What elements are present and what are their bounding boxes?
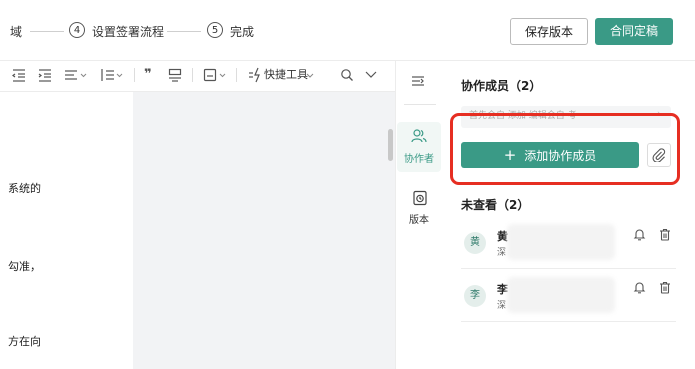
document-page[interactable]	[0, 92, 133, 369]
step-3-label: 域	[10, 25, 23, 39]
collaborators-icon	[411, 128, 427, 148]
delete-trash-icon[interactable]	[659, 279, 671, 298]
editor-toolbar	[0, 61, 395, 92]
delete-trash-icon[interactable]	[659, 226, 671, 245]
document-text-line[interactable]: 方在向	[8, 333, 41, 349]
align-dropdown-icon[interactable]	[64, 66, 90, 90]
avatar: 李	[464, 285, 486, 307]
save-version-button[interactable]: 保存版本	[510, 18, 588, 45]
members-title: 协作成员（2）	[461, 79, 542, 93]
rail-label-versions[interactable]: 版本	[397, 211, 441, 226]
rail-label-collaborators[interactable]: 协作者	[397, 150, 441, 165]
member-divider	[461, 268, 676, 269]
quote-icon[interactable]: ❞	[144, 66, 152, 84]
avatar: 黄	[464, 232, 486, 254]
line-spacing-dropdown-icon[interactable]	[100, 66, 126, 90]
member-subtitle: 深	[497, 301, 507, 311]
horizontal-rule-icon[interactable]	[168, 66, 182, 90]
chevron-down-icon[interactable]	[306, 66, 314, 90]
remind-bell-icon[interactable]	[633, 226, 646, 245]
step-5-label[interactable]: 完成	[230, 23, 254, 40]
toolbar-divider	[236, 68, 237, 82]
version-history-icon[interactable]	[412, 190, 428, 210]
step-connector	[167, 31, 201, 32]
collapse-panel-icon[interactable]	[411, 73, 425, 92]
redacted-member-info	[507, 277, 615, 313]
finalize-contract-button[interactable]: 合同定稿	[595, 18, 673, 45]
document-scrollbar[interactable]	[388, 129, 393, 161]
indent-icon[interactable]	[38, 66, 52, 90]
step-connector	[30, 31, 64, 32]
quick-tools-icon[interactable]	[248, 66, 262, 90]
member-divider	[461, 321, 676, 322]
member-subtitle: 深	[497, 248, 507, 258]
toolbar-divider	[192, 68, 193, 82]
step-4-number: 4	[69, 22, 85, 38]
rail-divider	[404, 104, 436, 105]
document-margin-area	[133, 92, 395, 369]
toolbar-divider	[134, 68, 135, 82]
document-text-line[interactable]: 系统的	[8, 180, 41, 196]
search-icon[interactable]	[340, 66, 354, 90]
highlight-annotation	[450, 113, 680, 185]
not-viewed-title: 未查看（2）	[461, 198, 530, 212]
step-5-number: 5	[207, 22, 223, 38]
redacted-member-info	[507, 224, 615, 260]
expand-toolbar-chevron-icon[interactable]	[365, 66, 377, 90]
outdent-icon[interactable]	[12, 66, 26, 90]
quick-tools-label[interactable]: 快捷工具	[264, 66, 308, 84]
step-4-label[interactable]: 设置签署流程	[92, 23, 164, 40]
remind-bell-icon[interactable]	[633, 279, 646, 298]
insert-block-dropdown-icon[interactable]	[203, 66, 229, 90]
document-text-line[interactable]: 勾准，	[8, 258, 41, 274]
